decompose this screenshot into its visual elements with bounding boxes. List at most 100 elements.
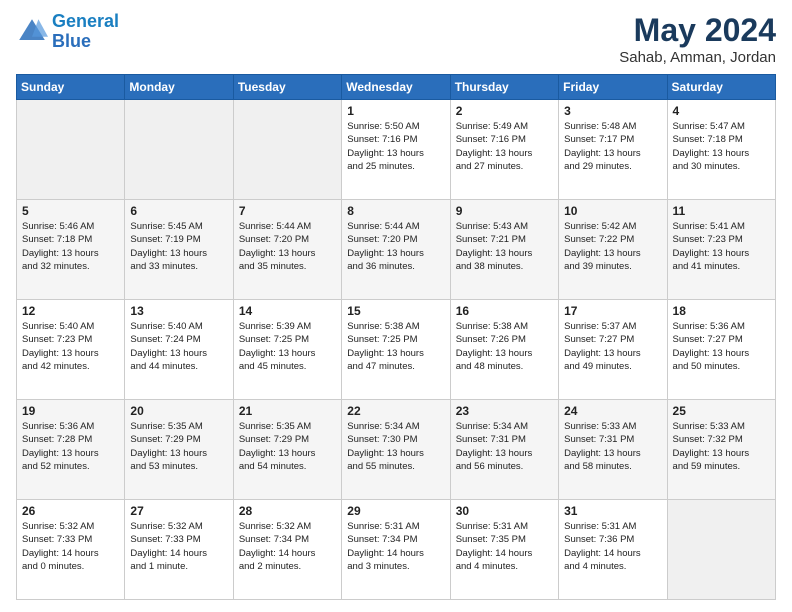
day-info: Sunrise: 5:31 AMSunset: 7:36 PMDaylight:… — [564, 520, 661, 573]
weekday-row: SundayMondayTuesdayWednesdayThursdayFrid… — [17, 75, 776, 100]
day-info: Sunrise: 5:36 AMSunset: 7:27 PMDaylight:… — [673, 320, 770, 373]
day-number: 22 — [347, 404, 444, 418]
day-info: Sunrise: 5:35 AMSunset: 7:29 PMDaylight:… — [239, 420, 336, 473]
day-number: 12 — [22, 304, 119, 318]
page: General Blue May 2024 Sahab, Amman, Jord… — [0, 0, 792, 612]
day-info: Sunrise: 5:44 AMSunset: 7:20 PMDaylight:… — [239, 220, 336, 273]
day-number: 19 — [22, 404, 119, 418]
day-info: Sunrise: 5:41 AMSunset: 7:23 PMDaylight:… — [673, 220, 770, 273]
calendar-cell: 13Sunrise: 5:40 AMSunset: 7:24 PMDayligh… — [125, 300, 233, 400]
day-number: 7 — [239, 204, 336, 218]
day-info: Sunrise: 5:34 AMSunset: 7:31 PMDaylight:… — [456, 420, 553, 473]
day-number: 10 — [564, 204, 661, 218]
calendar-cell: 24 Sunrise: 5:33 AMSunset: 7:31 PMDayligh… — [559, 400, 667, 500]
calendar-cell: 20 Sunrise: 5:35 AMSunset: 7:29 PMDayligh… — [125, 400, 233, 500]
day-number: 25 — [673, 404, 770, 418]
calendar-cell: 22 Sunrise: 5:34 AMSunset: 7:30 PMDayligh… — [342, 400, 450, 500]
day-number: 23 — [456, 404, 553, 418]
calendar-cell: 10Sunrise: 5:42 AMSunset: 7:22 PMDayligh… — [559, 200, 667, 300]
calendar-cell: 19 Sunrise: 5:36 AMSunset: 7:28 PMDayligh… — [17, 400, 125, 500]
calendar-cell — [233, 100, 341, 200]
day-number: 27 — [130, 504, 227, 518]
main-title: May 2024 — [619, 12, 776, 49]
calendar-cell: 28 Sunrise: 5:32 AMSunset: 7:34 PMDayligh… — [233, 500, 341, 600]
logo-line2: Blue — [52, 31, 91, 51]
calendar-cell: 23 Sunrise: 5:34 AMSunset: 7:31 PMDayligh… — [450, 400, 558, 500]
calendar-cell: 3 Sunrise: 5:48 AMSunset: 7:17 PMDaylight… — [559, 100, 667, 200]
calendar-header: SundayMondayTuesdayWednesdayThursdayFrid… — [17, 75, 776, 100]
calendar-body: 1Sunrise: 5:50 AMSunset: 7:16 PMDaylight… — [17, 100, 776, 600]
day-info: Sunrise: 5:32 AMSunset: 7:33 PMDaylight:… — [22, 520, 119, 573]
subtitle: Sahab, Amman, Jordan — [619, 49, 776, 66]
weekday-header-friday: Friday — [559, 75, 667, 100]
calendar-cell: 6Sunrise: 5:45 AMSunset: 7:19 PMDaylight… — [125, 200, 233, 300]
calendar-week-4: 19 Sunrise: 5:36 AMSunset: 7:28 PMDayligh… — [17, 400, 776, 500]
day-info: Sunrise: 5:33 AMSunset: 7:32 PMDaylight:… — [673, 420, 770, 473]
title-block: May 2024 Sahab, Amman, Jordan — [619, 12, 776, 66]
day-info: Sunrise: 5:40 AMSunset: 7:23 PMDaylight:… — [22, 320, 119, 373]
calendar-cell: 18 Sunrise: 5:36 AMSunset: 7:27 PMDayligh… — [667, 300, 775, 400]
calendar-cell — [17, 100, 125, 200]
day-info: Sunrise: 5:34 AMSunset: 7:30 PMDaylight:… — [347, 420, 444, 473]
calendar-cell: 8Sunrise: 5:44 AMSunset: 7:20 PMDaylight… — [342, 200, 450, 300]
day-number: 28 — [239, 504, 336, 518]
calendar-cell: 15Sunrise: 5:38 AMSunset: 7:25 PMDayligh… — [342, 300, 450, 400]
day-info: Sunrise: 5:33 AMSunset: 7:31 PMDaylight:… — [564, 420, 661, 473]
calendar-cell: 16 Sunrise: 5:38 AMSunset: 7:26 PMDayligh… — [450, 300, 558, 400]
calendar-cell: 1Sunrise: 5:50 AMSunset: 7:16 PMDaylight… — [342, 100, 450, 200]
calendar-cell: 2 Sunrise: 5:49 AMSunset: 7:16 PMDaylight… — [450, 100, 558, 200]
weekday-header-sunday: Sunday — [17, 75, 125, 100]
day-info: Sunrise: 5:36 AMSunset: 7:28 PMDaylight:… — [22, 420, 119, 473]
day-number: 8 — [347, 204, 444, 218]
day-number: 6 — [130, 204, 227, 218]
weekday-header-thursday: Thursday — [450, 75, 558, 100]
calendar-week-3: 12 Sunrise: 5:40 AMSunset: 7:23 PMDayligh… — [17, 300, 776, 400]
weekday-header-tuesday: Tuesday — [233, 75, 341, 100]
day-number: 24 — [564, 404, 661, 418]
day-info: Sunrise: 5:48 AMSunset: 7:17 PMDaylight:… — [564, 120, 661, 173]
day-info: Sunrise: 5:35 AMSunset: 7:29 PMDaylight:… — [130, 420, 227, 473]
day-number: 3 — [564, 104, 661, 118]
day-info: Sunrise: 5:37 AMSunset: 7:27 PMDaylight:… — [564, 320, 661, 373]
day-number: 21 — [239, 404, 336, 418]
calendar-cell: 17 Sunrise: 5:37 AMSunset: 7:27 PMDayligh… — [559, 300, 667, 400]
logo: General Blue — [16, 12, 119, 52]
day-number: 17 — [564, 304, 661, 318]
day-info: Sunrise: 5:38 AMSunset: 7:26 PMDaylight:… — [456, 320, 553, 373]
calendar-cell: 4Sunrise: 5:47 AMSunset: 7:18 PMDaylight… — [667, 100, 775, 200]
day-number: 15 — [347, 304, 444, 318]
day-info: Sunrise: 5:32 AMSunset: 7:34 PMDaylight:… — [239, 520, 336, 573]
day-info: Sunrise: 5:43 AMSunset: 7:21 PMDaylight:… — [456, 220, 553, 273]
logo-text: General Blue — [52, 12, 119, 52]
header: General Blue May 2024 Sahab, Amman, Jord… — [16, 12, 776, 66]
day-number: 16 — [456, 304, 553, 318]
day-info: Sunrise: 5:49 AMSunset: 7:16 PMDaylight:… — [456, 120, 553, 173]
calendar-week-1: 1Sunrise: 5:50 AMSunset: 7:16 PMDaylight… — [17, 100, 776, 200]
day-number: 29 — [347, 504, 444, 518]
day-info: Sunrise: 5:46 AMSunset: 7:18 PMDaylight:… — [22, 220, 119, 273]
day-info: Sunrise: 5:39 AMSunset: 7:25 PMDaylight:… — [239, 320, 336, 373]
day-number: 18 — [673, 304, 770, 318]
weekday-header-wednesday: Wednesday — [342, 75, 450, 100]
calendar-cell: 30Sunrise: 5:31 AMSunset: 7:35 PMDayligh… — [450, 500, 558, 600]
day-number: 9 — [456, 204, 553, 218]
calendar-cell: 31 Sunrise: 5:31 AMSunset: 7:36 PMDayligh… — [559, 500, 667, 600]
day-number: 31 — [564, 504, 661, 518]
logo-icon — [16, 16, 48, 48]
day-number: 1 — [347, 104, 444, 118]
calendar-table: SundayMondayTuesdayWednesdayThursdayFrid… — [16, 74, 776, 600]
logo-line1: General — [52, 11, 119, 31]
day-number: 26 — [22, 504, 119, 518]
day-number: 4 — [673, 104, 770, 118]
day-number: 20 — [130, 404, 227, 418]
calendar-cell — [667, 500, 775, 600]
calendar-cell: 11Sunrise: 5:41 AMSunset: 7:23 PMDayligh… — [667, 200, 775, 300]
calendar-cell: 14Sunrise: 5:39 AMSunset: 7:25 PMDayligh… — [233, 300, 341, 400]
calendar-cell: 9 Sunrise: 5:43 AMSunset: 7:21 PMDaylight… — [450, 200, 558, 300]
calendar-cell: 5 Sunrise: 5:46 AMSunset: 7:18 PMDaylight… — [17, 200, 125, 300]
calendar-week-5: 26 Sunrise: 5:32 AMSunset: 7:33 PMDayligh… — [17, 500, 776, 600]
day-info: Sunrise: 5:31 AMSunset: 7:34 PMDaylight:… — [347, 520, 444, 573]
day-info: Sunrise: 5:40 AMSunset: 7:24 PMDaylight:… — [130, 320, 227, 373]
day-number: 5 — [22, 204, 119, 218]
day-number: 2 — [456, 104, 553, 118]
